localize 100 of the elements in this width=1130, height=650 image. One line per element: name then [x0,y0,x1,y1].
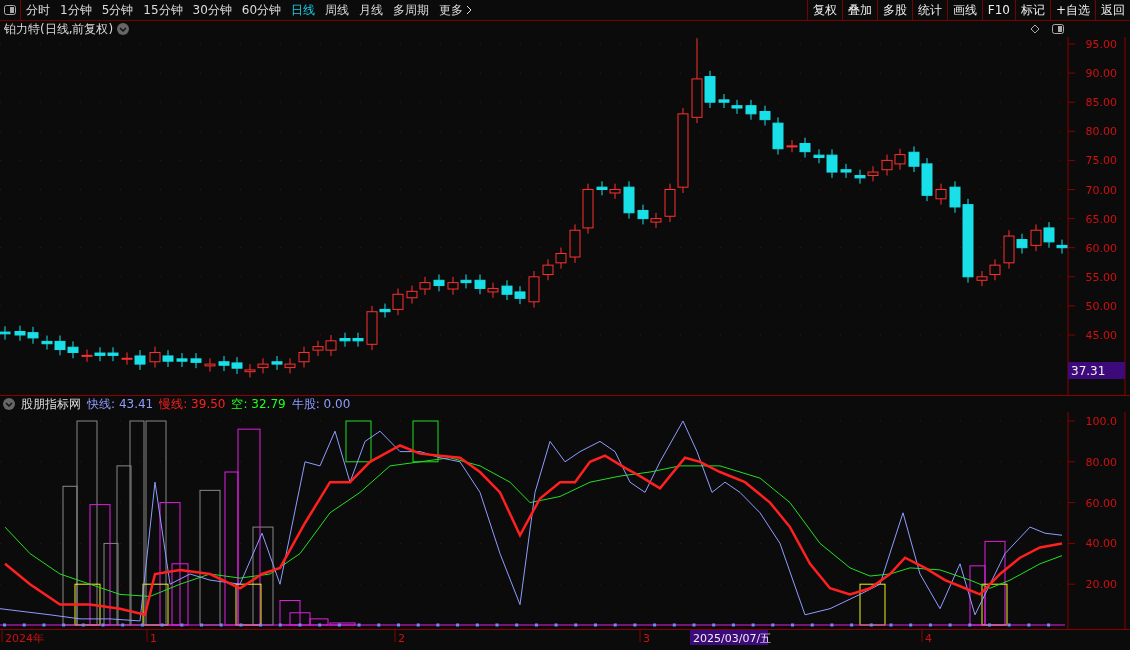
indicator-tick-label: 40.00 [1085,537,1117,551]
period-tab[interactable]: 多周期 [388,1,435,19]
price-tick-label: 65.00 [1085,212,1117,226]
candle [406,285,418,305]
indicator-value: 空: 32.79 [231,395,286,413]
indicator-bar [969,565,986,626]
toolbar-button[interactable]: 叠加 [841,0,877,20]
signal-box [142,583,169,626]
candle [312,340,324,357]
toolbar-button[interactable]: 标记 [1014,0,1050,20]
date-axis-label: 2024年 [5,632,44,645]
candle [325,334,337,357]
period-tab[interactable]: 月线 [354,1,389,19]
candle [555,247,567,270]
toolbar-button[interactable]: 画线 [946,0,982,20]
candle [487,282,499,299]
price-tick-label: 80.00 [1085,125,1117,139]
candle [54,335,66,356]
candle [528,270,540,309]
price-tick-label: 55.00 [1085,270,1117,284]
period-tab[interactable]: 分时 [21,1,55,19]
candle [501,279,513,301]
candle [94,346,106,362]
toolbar-button[interactable]: 多股 [876,0,912,20]
candle [650,212,662,229]
toolbar-button[interactable]: 统计 [911,0,947,20]
candle [218,355,230,372]
candle [460,273,472,289]
price-tick-label: 75.00 [1085,154,1117,168]
candle [840,163,852,179]
indicator-value: 牛股: 0.00 [291,395,351,413]
candle [609,183,621,200]
date-axis-label: 3 [643,632,650,645]
layout-icon[interactable] [1052,24,1064,34]
indicator-value: 慢线: 39.50 [159,395,226,413]
candle [745,99,757,121]
indicator-tick-label: 100.0 [1085,415,1117,428]
candle [894,148,906,171]
signal-box [412,420,439,463]
toolbar-button[interactable]: F10 [981,0,1015,20]
signal-box [345,420,372,463]
candle [176,352,188,368]
candle [623,180,635,220]
candle [67,340,79,359]
candle [107,346,119,362]
candle [976,270,988,287]
current-price-badge: 37.31 [1068,362,1125,379]
candle [257,357,269,374]
indicator-tick-label: 20.00 [1085,578,1117,592]
candle [41,335,53,351]
candle [149,346,161,369]
candle [596,180,608,196]
candle [231,356,243,375]
candle [339,332,351,348]
toolbar-button[interactable]: 复权 [806,0,842,20]
candle [637,204,649,225]
candle [271,355,283,371]
signal-box [981,583,1008,626]
candle [190,352,202,369]
price-tick-label: 60.00 [1085,241,1117,255]
candle [0,325,11,341]
candle [27,326,39,345]
candle [419,276,431,296]
candle [731,99,743,115]
date-axis-label: 4 [925,632,932,645]
chevron-icon [466,5,473,15]
indicator-name: 股朋指标网 [21,395,81,413]
period-tab[interactable]: 60分钟 [236,1,287,19]
price-tick-label: 95.00 [1085,38,1117,51]
candle [989,258,1001,281]
dropdown-icon[interactable] [3,398,15,410]
candle [244,363,256,378]
indicator-tick-label: 80.00 [1085,455,1117,469]
candle [569,223,581,264]
signal-box [859,583,886,626]
period-tab[interactable]: 15分钟 [138,1,188,19]
period-tab[interactable]: 5分钟 [96,1,139,19]
signal-box [235,583,262,626]
dropdown-icon[interactable] [117,23,130,35]
candle [352,332,364,348]
period-tab[interactable]: 30分钟 [187,1,237,19]
candle [854,169,866,185]
candle [718,93,730,109]
candle [433,273,445,292]
period-tab[interactable]: 更多 [434,1,478,19]
date-axis-label: 1 [150,632,157,645]
toolbar-button[interactable]: 返回 [1095,0,1130,20]
period-tab[interactable]: 日线 [286,1,321,19]
period-tab[interactable]: 周线 [320,1,355,19]
candle [14,325,26,342]
candle [867,165,879,182]
indicator-value: 快线: 43.41 [87,395,154,413]
diamond-icon[interactable] [1030,24,1040,34]
candle [447,276,459,296]
period-tab[interactable]: 1分钟 [55,1,97,19]
candle [1030,223,1042,252]
candle [881,154,893,177]
candle [81,349,93,363]
candle [542,258,554,281]
toolbar-button[interactable]: +自选 [1049,0,1095,20]
